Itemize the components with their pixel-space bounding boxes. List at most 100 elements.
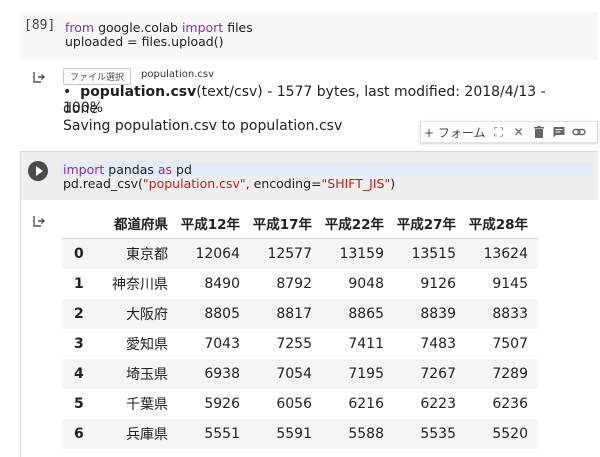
code-text: google.colab — [94, 20, 182, 35]
table-row: 5 千葉県 5926 6056 6216 6223 6236 — [62, 389, 538, 419]
table-cell: 兵庫県 — [126, 427, 168, 443]
table-cell: 5551 — [204, 426, 240, 442]
table-cell: 6236 — [492, 396, 528, 412]
table-cell: 愛知県 — [126, 337, 168, 353]
table-cell: 13515 — [411, 246, 456, 262]
table-cell: 6223 — [420, 396, 456, 412]
close-icon[interactable]: ✕ — [512, 125, 526, 139]
code-text: pd — [172, 162, 192, 177]
table-cell: 6938 — [204, 366, 240, 382]
saving-message: Saving population.csv to population.csv — [63, 118, 343, 134]
table-cell: 埼玉県 — [126, 367, 168, 383]
table-row: 4 埼玉県 6938 7054 7195 7267 7289 — [62, 359, 538, 389]
upload-status: • population.csv(text/csv) - 1577 bytes,… — [63, 84, 546, 116]
table-cell: 12064 — [195, 246, 240, 262]
table-row: 3 愛知県 7043 7255 7411 7483 7507 — [62, 329, 538, 359]
row-index: 3 — [74, 336, 84, 352]
table-row: 0 東京都 12064 12577 13159 13515 13624 — [62, 238, 538, 269]
run-cell-button[interactable] — [28, 161, 48, 181]
table-cell: 7507 — [492, 336, 528, 352]
row-index: 1 — [74, 276, 84, 292]
row-index: 4 — [74, 366, 84, 382]
table-cell: 13159 — [339, 246, 384, 262]
play-icon — [36, 166, 43, 176]
code-text: pd.read_csv( — [63, 176, 143, 191]
output-icon[interactable] — [32, 214, 46, 228]
upload-done: done — [63, 101, 98, 117]
code-text: pandas — [104, 162, 158, 177]
column-header: 平成12年 — [178, 208, 250, 239]
table-cell: 5588 — [348, 426, 384, 442]
column-header: 平成27年 — [394, 208, 466, 239]
table-cell: 8817 — [276, 306, 312, 322]
column-header: 平成17年 — [250, 208, 322, 239]
table-cell: 5926 — [204, 396, 240, 412]
table-cell: 8833 — [492, 306, 528, 322]
keyword: from — [65, 20, 95, 35]
code-text: uploaded = files.upload() — [65, 34, 224, 49]
table-cell: 神奈川県 — [112, 277, 168, 293]
choose-file-button[interactable]: ファイル選択 — [63, 68, 132, 85]
table-cell: 8490 — [204, 276, 240, 292]
column-header — [62, 208, 102, 239]
table-cell: 8865 — [348, 306, 384, 322]
table-cell: 8792 — [276, 276, 312, 292]
link-icon[interactable] — [571, 125, 586, 139]
table-cell: 7054 — [276, 366, 312, 382]
code-editor[interactable]: import pandas as pd pd.read_csv("populat… — [63, 163, 395, 191]
table-cell: 大阪府 — [126, 307, 168, 323]
column-header: 都道府県 — [102, 208, 178, 239]
row-index: 5 — [74, 396, 84, 412]
code-text: files — [223, 20, 253, 35]
table-cell: 千葉県 — [126, 397, 168, 413]
expand-icon[interactable]: ⛶ — [492, 125, 506, 140]
table-row: 2 大阪府 8805 8817 8865 8839 8833 — [62, 299, 538, 329]
keyword: import — [63, 162, 105, 177]
table-cell: 7043 — [204, 336, 240, 352]
keyword: as — [157, 162, 173, 177]
row-index: 6 — [74, 426, 84, 442]
code-text: ) — [390, 176, 396, 191]
column-header: 平成28年 — [466, 208, 538, 239]
dataframe-table: 都道府県 平成12年 平成17年 平成22年 平成27年 平成28年 0 東京都 1… — [62, 208, 538, 449]
table-row: 1 神奈川県 8490 8792 9048 9126 9145 — [62, 269, 538, 299]
table-cell: 7255 — [276, 336, 312, 352]
comment-icon[interactable] — [552, 125, 566, 139]
table-cell: 7289 — [492, 366, 528, 382]
table-cell: 5591 — [276, 426, 312, 442]
table-cell: 6056 — [276, 396, 312, 412]
cell-toolbar: + フォーム ⛶ ✕ — [420, 121, 598, 143]
selected-file-name: population.csv — [141, 69, 215, 80]
execution-count: [89] — [24, 18, 56, 33]
table-cell: 9126 — [420, 276, 456, 292]
table-row: 6 兵庫県 5551 5591 5588 5535 5520 — [62, 419, 538, 449]
table-cell: 5535 — [420, 426, 456, 442]
code-text: , encoding= — [245, 176, 322, 191]
table-cell: 7195 — [348, 366, 384, 382]
row-index: 0 — [74, 246, 84, 262]
table-cell: 6216 — [348, 396, 384, 412]
table-cell: 9048 — [348, 276, 384, 292]
table-header-row: 都道府県 平成12年 平成17年 平成22年 平成27年 平成28年 — [62, 208, 538, 239]
table-cell: 7267 — [420, 366, 456, 382]
code-editor[interactable]: from google.colab import files uploaded … — [65, 21, 253, 49]
column-header: 平成22年 — [322, 208, 394, 239]
string-literal: "population.csv" — [142, 176, 246, 191]
keyword: import — [181, 20, 224, 35]
trash-icon[interactable] — [532, 125, 546, 139]
add-form-button[interactable]: + フォーム — [424, 124, 486, 141]
table-cell: 7411 — [348, 336, 384, 352]
table-cell: 5520 — [492, 426, 528, 442]
row-index: 2 — [74, 306, 84, 322]
table-cell: 13624 — [483, 246, 528, 262]
table-cell: 8839 — [420, 306, 456, 322]
string-literal: "SHIFT_JIS" — [321, 176, 391, 191]
table-cell: 12577 — [267, 246, 312, 262]
code-cell-upload[interactable]: [89] from google.colab import files uplo… — [20, 12, 598, 60]
table-cell: 9145 — [492, 276, 528, 292]
table-cell: 8805 — [204, 306, 240, 322]
table-cell: 7483 — [420, 336, 456, 352]
output-icon[interactable] — [32, 70, 46, 84]
table-cell: 東京都 — [126, 247, 168, 263]
uploaded-file-name: population.csv — [80, 84, 197, 100]
